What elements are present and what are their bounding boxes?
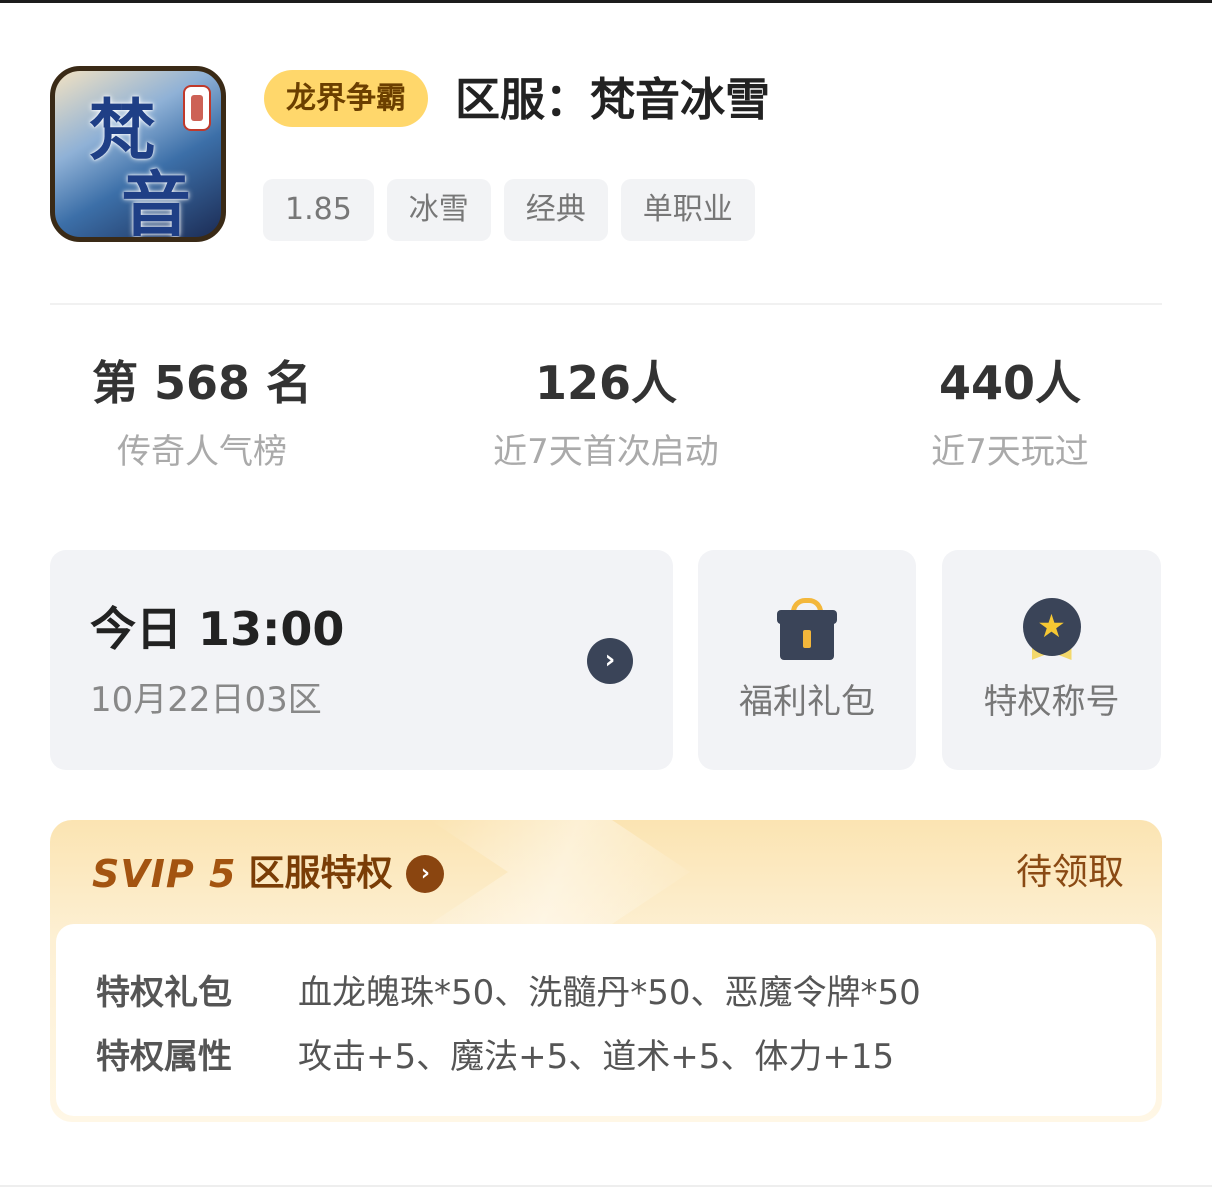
open-server-card[interactable]: 今日 13:00 10月22日03区 ›	[50, 550, 673, 770]
tag-classic: 经典	[503, 179, 608, 241]
claim-status-button[interactable]: 待领取	[1016, 848, 1124, 898]
icon-art-glyph: 音	[121, 163, 191, 242]
svip-privilege-card: SVIP 5 区服特权 › 待领取 特权礼包 血龙魄珠*50、洗髓丹*50、恶魔…	[50, 820, 1162, 1122]
top-edge	[0, 0, 1212, 3]
tag-version: 1.85	[263, 179, 374, 241]
open-date-zone: 10月22日03区	[90, 680, 322, 720]
privilege-row: 特权属性 攻击+5、魔法+5、道术+5、体力+15	[96, 1028, 894, 1078]
stat-played: 440人 近7天玩过	[830, 352, 1190, 476]
stat-label: 传奇人气榜	[117, 432, 287, 472]
stat-label: 近7天首次启动	[493, 432, 719, 472]
gift-icon	[777, 598, 837, 662]
svip-title: 区服特权	[248, 853, 393, 894]
svip-header[interactable]: SVIP 5 区服特权 ›	[92, 850, 445, 898]
welfare-gift-button[interactable]: 福利礼包	[698, 550, 916, 770]
tag-style: 冰雪	[386, 179, 491, 241]
chevron-right-icon[interactable]: ›	[406, 855, 445, 893]
privilege-label: 特权礼包	[96, 972, 232, 1013]
medal-star-icon: ★	[1022, 598, 1082, 662]
privilege-title-label: 特权称号	[983, 682, 1120, 722]
svip-logo: SVIP 5	[92, 852, 237, 896]
privilege-value: 血龙魄珠*50、洗髓丹*50、恶魔令牌*50	[298, 972, 921, 1013]
stat-ranking[interactable]: 第 568 名 传奇人气榜	[22, 352, 382, 476]
divider	[50, 303, 1162, 305]
welfare-gift-label: 福利礼包	[739, 682, 875, 722]
tag-list: 1.85 冰雪 经典 单职业	[263, 179, 755, 241]
stat-first-launch: 126人 近7天首次启动	[426, 352, 786, 476]
chevron-right-icon[interactable]: ›	[587, 638, 633, 684]
stat-value: 440人	[938, 356, 1082, 410]
stat-value: 126人	[534, 356, 678, 410]
stat-value: 第 568 名	[91, 356, 313, 410]
privilege-details: 特权礼包 血龙魄珠*50、洗髓丹*50、恶魔令牌*50 特权属性 攻击+5、魔法…	[56, 924, 1156, 1116]
stat-label: 近7天玩过	[931, 432, 1089, 472]
game-app-icon[interactable]: 梵 音	[50, 66, 226, 242]
decorative-shine	[430, 820, 690, 924]
privilege-label: 特权属性	[96, 1036, 232, 1077]
game-name-badge[interactable]: 龙界争霸	[264, 70, 428, 127]
icon-art-seal	[183, 85, 211, 131]
privilege-title-button[interactable]: ★ 特权称号	[942, 550, 1161, 770]
privilege-value: 攻击+5、魔法+5、道术+5、体力+15	[298, 1036, 895, 1077]
open-time: 今日 13:00	[90, 602, 345, 656]
server-title: 区服：梵音冰雪	[455, 73, 771, 126]
tag-class: 单职业	[620, 179, 755, 241]
privilege-row: 特权礼包 血龙魄珠*50、洗髓丹*50、恶魔令牌*50	[96, 964, 921, 1014]
